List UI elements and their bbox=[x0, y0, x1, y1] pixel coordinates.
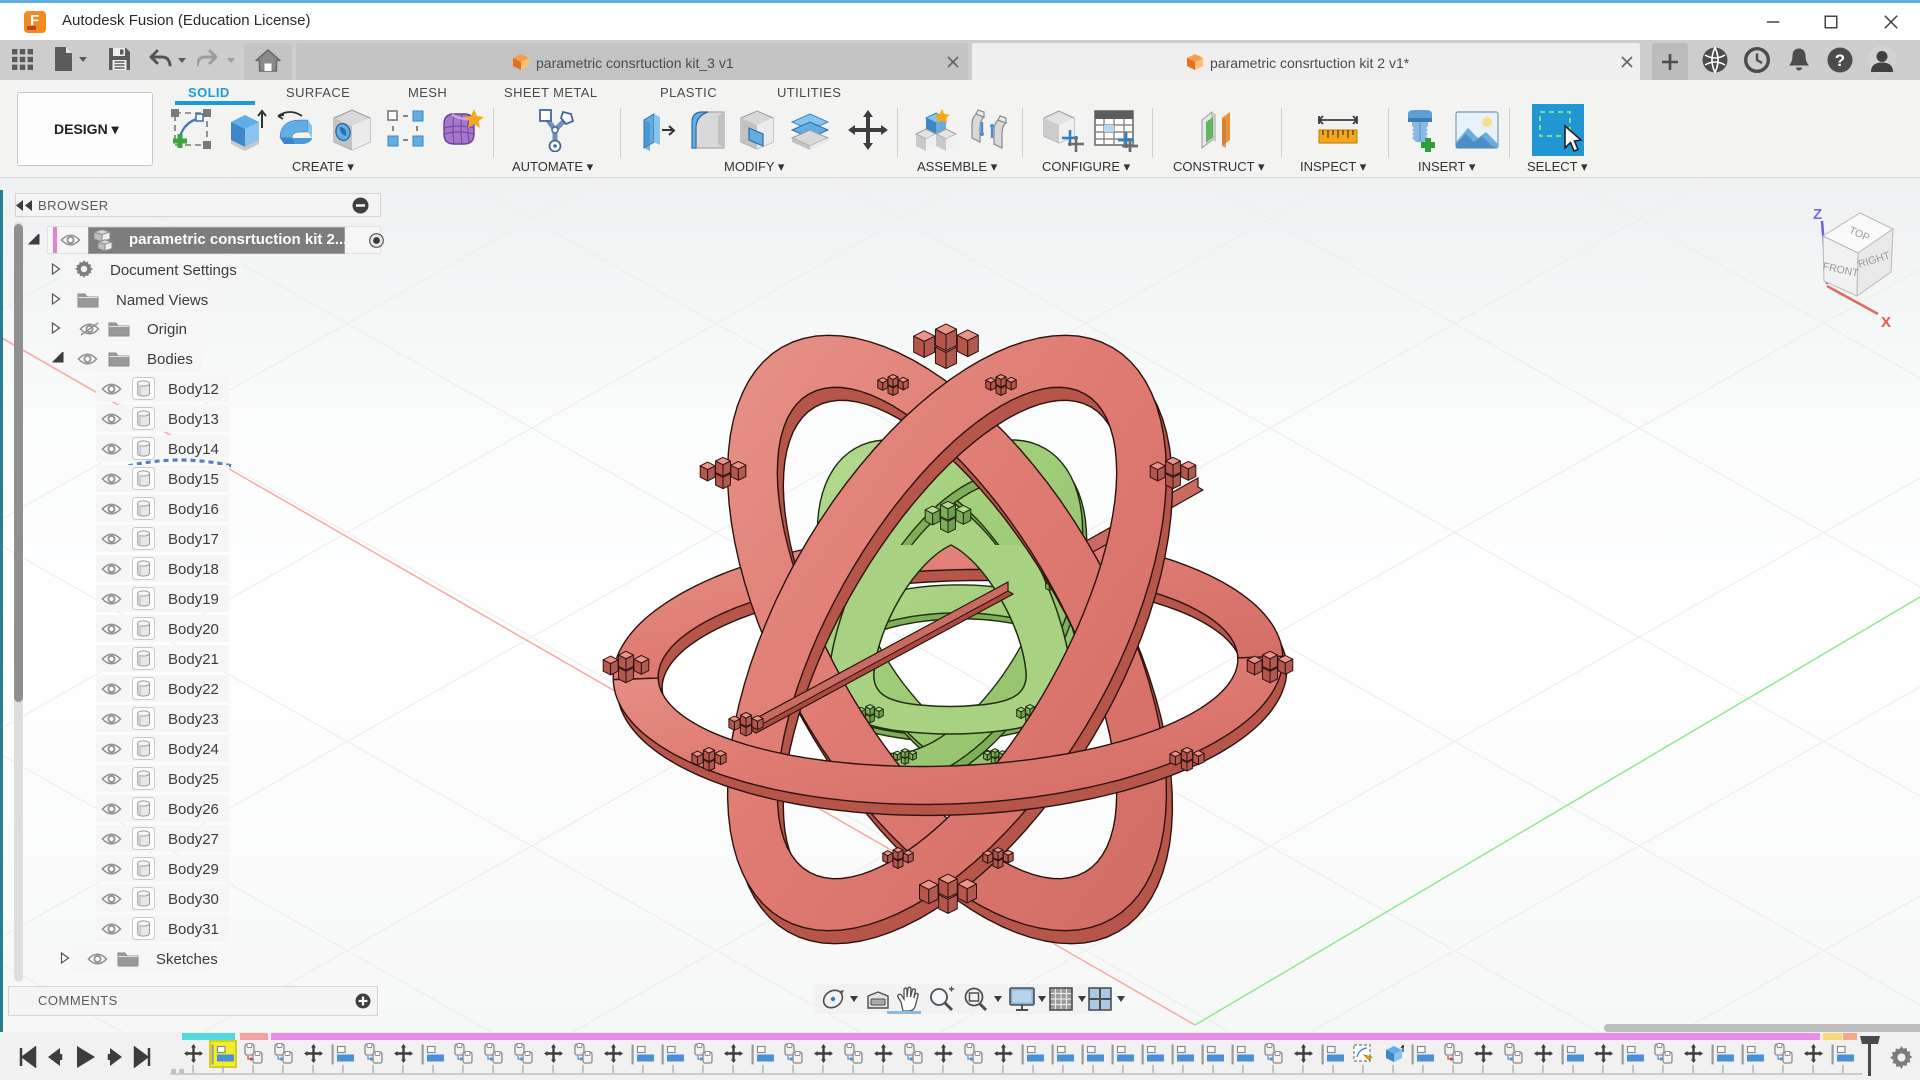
svg-text:?: ? bbox=[1835, 51, 1845, 70]
svg-text:X: X bbox=[1881, 314, 1891, 331]
svg-text:Z: Z bbox=[1813, 206, 1822, 223]
